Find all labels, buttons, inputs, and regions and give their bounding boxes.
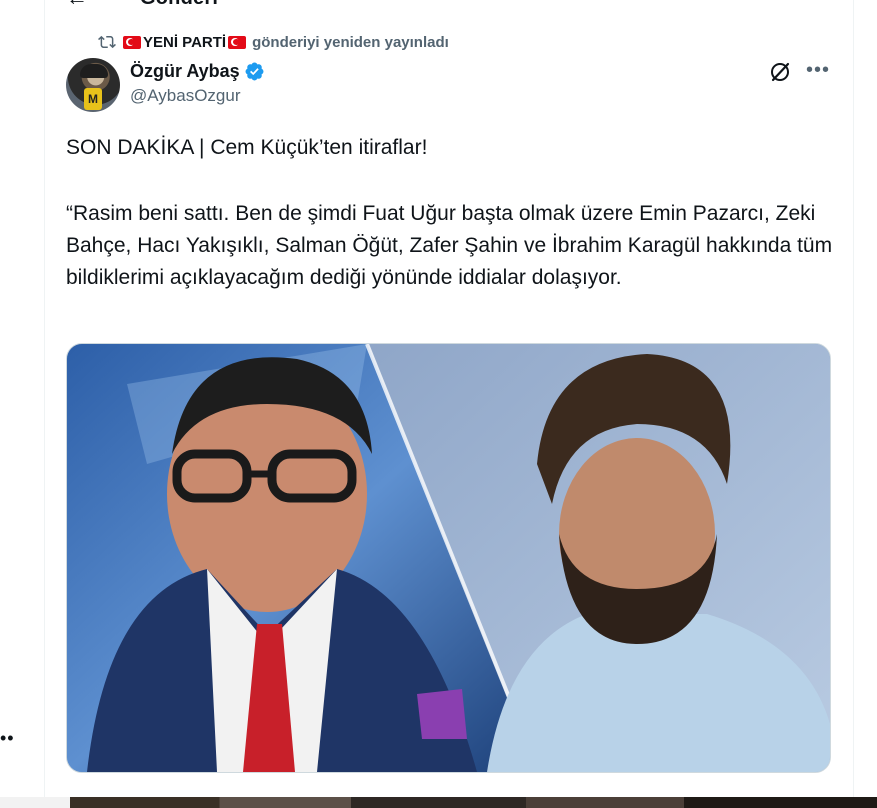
author-display-name: Özgür Aybaş xyxy=(130,60,240,81)
left-man-pocket-square xyxy=(417,689,467,739)
repost-icon xyxy=(97,33,117,51)
avatar[interactable]: M xyxy=(66,58,120,112)
avatar-shirt: M xyxy=(84,88,102,110)
avatar-cap xyxy=(80,64,108,78)
tweet-text: SON DAKİKA | Cem Küçük’ten itiraflar! “R… xyxy=(66,132,836,294)
author-handle[interactable]: @AybasOzgur xyxy=(130,86,265,106)
grok-icon[interactable] xyxy=(768,60,792,84)
tweet-body: “Rasim beni sattı. Ben de şimdi Fuat Uğu… xyxy=(66,202,833,289)
repost-account-link[interactable]: YENİ PARTİ xyxy=(123,33,247,51)
repost-account-name: YENİ PARTİ xyxy=(143,33,227,51)
repost-context: YENİ PARTİ gönderiyi yeniden yayınladı xyxy=(97,32,449,52)
next-media-strip xyxy=(0,797,877,808)
tweet-headline: SON DAKİKA | Cem Küçük’ten itiraflar! xyxy=(66,136,428,159)
side-more-icon[interactable]: •• xyxy=(0,728,15,749)
arrow-left-icon[interactable]: ← xyxy=(66,0,88,9)
author-name-row[interactable]: Özgür Aybaş xyxy=(130,59,265,83)
tweet-media-image[interactable] xyxy=(66,343,831,773)
turkey-flag-icon xyxy=(123,35,141,49)
repost-label: gönderiyi yeniden yayınladı xyxy=(252,33,449,51)
page-header: ← Gönderi xyxy=(66,0,218,10)
page-title: Gönderi xyxy=(140,0,218,10)
verified-badge-icon[interactable] xyxy=(244,61,265,82)
author-block: Özgür Aybaş @AybasOzgur xyxy=(130,59,265,106)
more-options-icon[interactable]: ••• xyxy=(806,60,829,84)
turkey-flag-icon xyxy=(228,35,247,49)
